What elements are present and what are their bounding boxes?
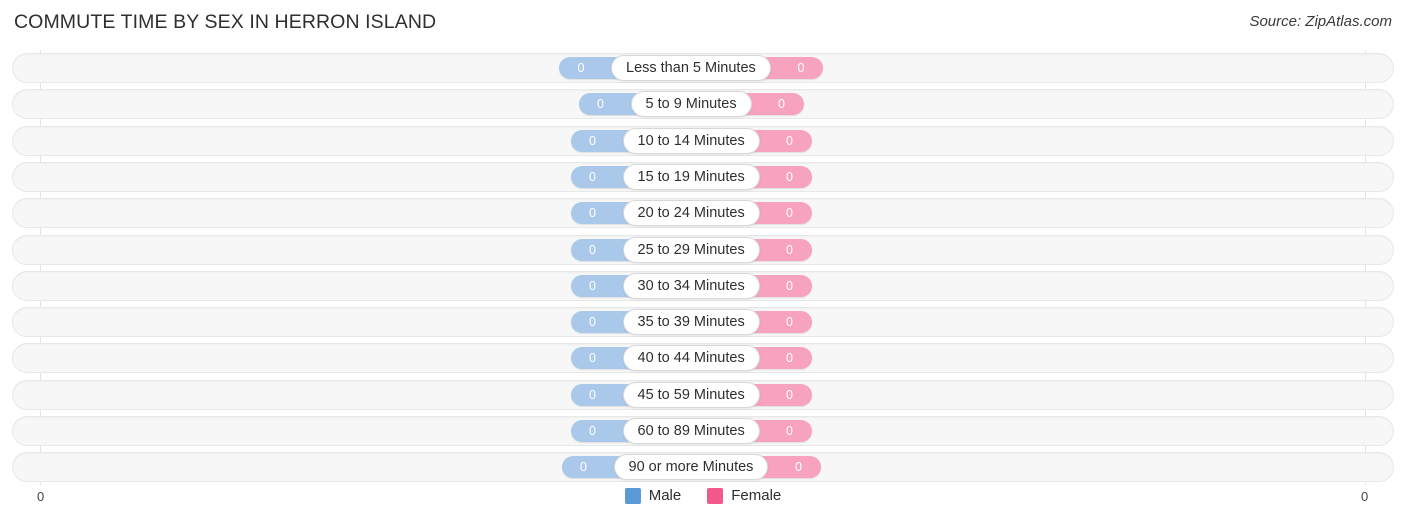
bar-value-male: 0 [589,133,596,148]
bar-value-male: 0 [589,278,596,293]
bar-row[interactable]: 0 0 35 to 39 Minutes [12,307,1394,338]
bar-row[interactable]: 0 0 Less than 5 Minutes [12,53,1394,83]
bar-value-female: 0 [786,278,793,293]
bar-row[interactable]: 0 0 45 to 59 Minutes [12,379,1394,410]
bar-value-male: 0 [589,242,596,257]
bar-value-male: 0 [577,61,585,75]
bar-value-female: 0 [786,242,793,257]
bar-value-female: 0 [786,133,793,148]
bar-row-label: 10 to 14 Minutes [622,127,760,154]
bar-row[interactable]: 0 0 90 or more Minutes [12,452,1394,483]
bar-row[interactable]: 0 0 30 to 34 Minutes [12,270,1394,301]
legend-label-female: Female [731,487,782,504]
bar-row-label: 15 to 19 Minutes [622,163,760,190]
bar-row-label: 30 to 34 Minutes [622,272,760,299]
source-attribution: Source: ZipAtlas.com [1249,13,1392,30]
bar-row[interactable]: 0 0 10 to 14 Minutes [12,125,1394,156]
bar-value-male: 0 [589,315,596,330]
bar-row[interactable]: 0 0 60 to 89 Minutes [12,416,1394,446]
bar-value-female: 0 [786,351,793,366]
legend-swatch-female-icon [707,487,724,504]
bar-value-male: 0 [589,169,596,184]
bar-value-male: 0 [589,351,596,366]
bar-row-label: 90 or more Minutes [613,454,769,481]
bar-row-label: 40 to 44 Minutes [622,345,760,372]
bar-row-label: Less than 5 Minutes [611,55,771,81]
bar-row-label: 45 to 59 Minutes [622,381,760,408]
bar-value-male: 0 [580,460,587,475]
chart-legend: Male Female [0,487,1406,504]
chart-footer: 0 0 Male Female [0,485,1406,523]
chart-plot-area: 0 0 Less than 5 Minutes 0 0 5 to 9 Minutes 0 0 1… [0,50,1406,485]
bar-value-female: 0 [795,460,802,475]
bar-value-male: 0 [597,97,604,112]
bar-row-label: 20 to 24 Minutes [622,200,760,227]
bar-row[interactable]: 0 0 20 to 24 Minutes [12,198,1394,229]
bar-value-female: 0 [797,61,805,75]
bar-value-female: 0 [786,424,793,438]
bar-row-label: 25 to 29 Minutes [622,236,760,263]
bar-row[interactable]: 0 0 40 to 44 Minutes [12,343,1394,374]
bar-value-female: 0 [786,315,793,330]
legend-item-female[interactable]: Female [707,487,781,504]
bar-value-male: 0 [589,206,596,221]
bar-value-female: 0 [778,97,785,112]
legend-item-male[interactable]: Male [624,487,682,504]
bar-row-label: 35 to 39 Minutes [622,309,760,336]
chart-header: COMMUTE TIME BY SEX IN HERRON ISLAND Sou… [0,0,1406,46]
bar-value-male: 0 [589,424,596,438]
bar-value-female: 0 [786,206,793,221]
legend-label-male: Male [648,487,682,504]
bar-value-female: 0 [786,169,793,184]
bar-row[interactable]: 0 0 5 to 9 Minutes [12,89,1394,120]
legend-swatch-male-icon [624,487,641,504]
page-title: COMMUTE TIME BY SEX IN HERRON ISLAND [14,11,437,33]
bar-row[interactable]: 0 0 25 to 29 Minutes [12,234,1394,265]
bar-row-label: 5 to 9 Minutes [630,91,752,118]
bar-row-label: 60 to 89 Minutes [622,418,760,444]
bar-value-male: 0 [589,387,596,402]
bar-row[interactable]: 0 0 15 to 19 Minutes [12,161,1394,192]
bar-value-female: 0 [786,387,793,402]
